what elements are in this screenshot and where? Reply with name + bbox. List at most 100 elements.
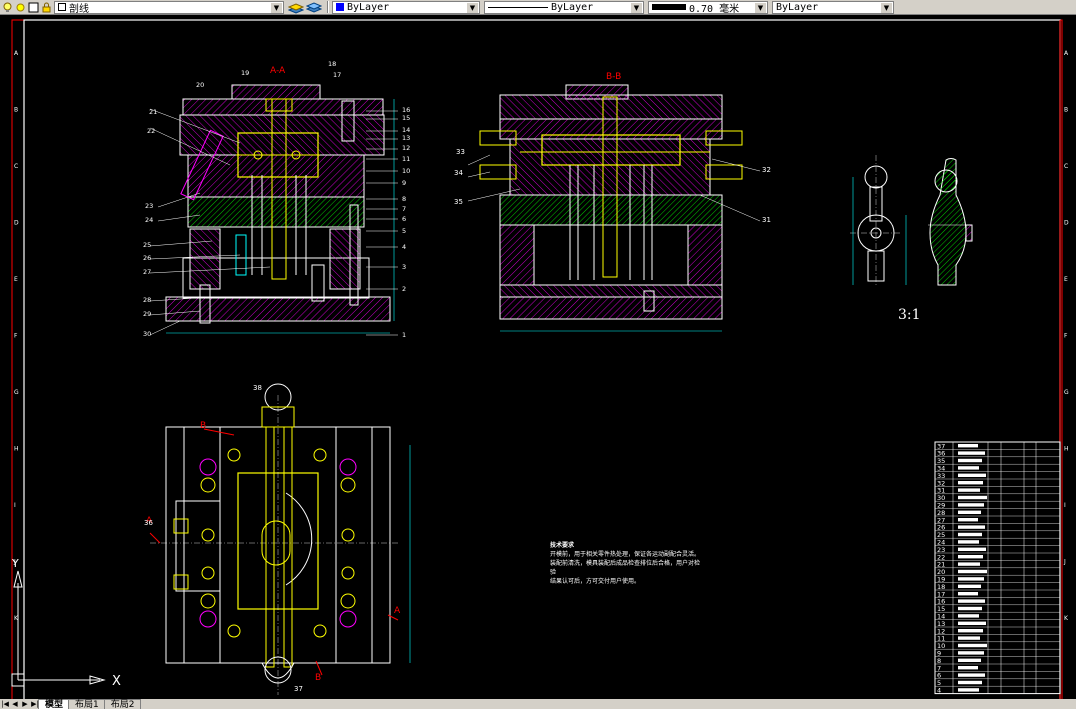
row-letter-right: H: [1064, 446, 1069, 453]
ucs-y-label: Y: [11, 557, 19, 570]
layer-manager-icon[interactable]: [287, 1, 305, 14]
part-number-label: 15: [402, 114, 410, 122]
row-letter-right: C: [1064, 163, 1068, 170]
sun-icon[interactable]: [15, 2, 26, 13]
bom-part-name-text: [958, 658, 981, 662]
bom-part-name-text: [958, 577, 984, 581]
bom-part-name-text: [958, 503, 984, 507]
bom-part-name-text: [958, 562, 980, 566]
part-number-label: 4: [402, 243, 406, 251]
color-dropdown[interactable]: ByLayer ▼: [332, 0, 480, 14]
ucs-x-label: X: [112, 674, 121, 689]
chevron-down-icon[interactable]: ▼: [631, 2, 642, 13]
color-value: ByLayer: [347, 1, 390, 13]
layer-previous-icon[interactable]: [305, 1, 323, 14]
row-letter-right: K: [1064, 615, 1069, 622]
row-letter-right: D: [1064, 220, 1069, 227]
prev-tab-icon[interactable]: ◀: [10, 699, 20, 709]
bom-part-name-text: [958, 621, 986, 625]
section-bb-view: [467, 84, 761, 332]
part-number-label: 31: [762, 216, 771, 224]
part-number-label: 27: [143, 268, 151, 276]
part-number-label: 35: [454, 198, 463, 206]
autocad-window: 剖线 ▼ ByLayer ▼ ByLayer ▼ 0.70 毫米 ▼ ByLay…: [0, 0, 1076, 709]
chevron-down-icon[interactable]: ▼: [467, 2, 478, 13]
part-number-label: 21: [149, 108, 157, 116]
part-number-label: 26: [143, 254, 151, 262]
color-icon[interactable]: [28, 2, 39, 13]
row-letter-right: F: [1064, 333, 1068, 340]
part-number-label: 19: [241, 69, 249, 77]
bom-part-name-text: [958, 636, 980, 640]
part-number-label: 8: [402, 195, 406, 203]
plotstyle-value: ByLayer: [776, 1, 819, 13]
tab-layout1[interactable]: 布局1: [68, 699, 106, 709]
marker-a-right: A: [394, 606, 401, 616]
bom-part-name-text: [958, 666, 978, 670]
row-letter-right: A: [1064, 50, 1069, 57]
lineweight-dropdown[interactable]: 0.70 毫米 ▼: [648, 0, 768, 15]
drawing-canvas[interactable]: A AB BC CD DE EF FG GH HI IJ JK K A-A 21…: [0, 15, 1076, 699]
layer-dropdown[interactable]: 剖线 ▼: [54, 0, 284, 15]
marker-b-bottom: B: [315, 673, 321, 683]
part-number-label: 18: [328, 60, 336, 68]
bom-part-name-text: [958, 555, 983, 559]
chevron-down-icon[interactable]: ▼: [755, 2, 766, 13]
part-number-label: 17: [333, 71, 341, 79]
bom-part-name-text: [958, 584, 981, 588]
bom-part-name-text: [958, 643, 987, 648]
lineweight-swatch: [652, 4, 686, 10]
part-number-label: 12: [402, 144, 410, 152]
part-number-label: 37: [294, 685, 303, 693]
ucs-icon: Y X: [11, 557, 121, 689]
bom-part-name-text: [958, 547, 986, 551]
first-tab-icon[interactable]: |◀: [0, 699, 10, 709]
part-labels-plan: 36 37 38: [144, 384, 303, 693]
technical-notes: 技术要求 开模前，用于相关零件热处理，保证各运动副配合灵活。 装配前清洗，模具装…: [550, 541, 700, 586]
layer-icons: [0, 0, 54, 15]
part-number-label: 1: [402, 331, 406, 339]
part-number-label: 38: [253, 384, 262, 392]
part-number-label: 3: [402, 263, 406, 271]
bom-part-name-text: [958, 488, 980, 492]
bom-part-name-text: [958, 599, 985, 603]
bom-part-name-text: [958, 614, 979, 618]
bom-part-name-text: [958, 629, 983, 633]
row-letter-left: E: [14, 276, 18, 283]
plotstyle-dropdown[interactable]: ByLayer ▼: [772, 0, 894, 14]
part-number-label: 5: [402, 227, 406, 235]
part-number-label: 36: [144, 519, 153, 527]
plan-view: [149, 383, 411, 695]
part-number-label: 33: [456, 148, 465, 156]
tab-layout2[interactable]: 布局2: [103, 699, 142, 709]
chevron-down-icon[interactable]: ▼: [881, 2, 892, 13]
part-number-label: 9: [402, 179, 406, 187]
part-number-label: 2: [402, 285, 406, 293]
tab-model[interactable]: 模型: [38, 699, 71, 709]
lightbulb-icon[interactable]: [2, 2, 13, 13]
row-letter-left: D: [14, 220, 19, 227]
layer-color-swatch: [58, 3, 66, 11]
bom-table: 3736353433323130292827262524232221201918…: [934, 441, 1061, 695]
section-bb-label: B-B: [606, 72, 621, 82]
properties-toolbar: 剖线 ▼ ByLayer ▼ ByLayer ▼ 0.70 毫米 ▼ ByLay…: [0, 0, 1076, 15]
row-letter-right: I: [1064, 502, 1066, 509]
part-number-label: 6: [402, 215, 406, 223]
row-letter-right: G: [1064, 389, 1069, 396]
toolbar-separator: [327, 1, 329, 13]
detail-scale-label: 3:1: [898, 307, 921, 323]
part-number-label: 22: [147, 127, 155, 135]
row-letter-left: C: [14, 163, 18, 170]
part-number-label: 11: [402, 155, 410, 163]
bom-part-name-text: [958, 680, 982, 685]
bom-part-name-text: [958, 473, 986, 477]
section-aa-view: [149, 84, 398, 336]
linetype-value: ByLayer: [551, 1, 594, 13]
chevron-down-icon[interactable]: ▼: [271, 2, 282, 13]
linetype-dropdown[interactable]: ByLayer ▼: [484, 0, 644, 14]
notes-line-3: 结果认可后，方可交付用户使用。: [550, 578, 641, 585]
lock-icon[interactable]: [41, 2, 52, 13]
bom-part-name-text: [958, 481, 983, 485]
row-letter-left: A: [14, 50, 19, 57]
next-tab-icon[interactable]: ▶: [20, 699, 30, 709]
